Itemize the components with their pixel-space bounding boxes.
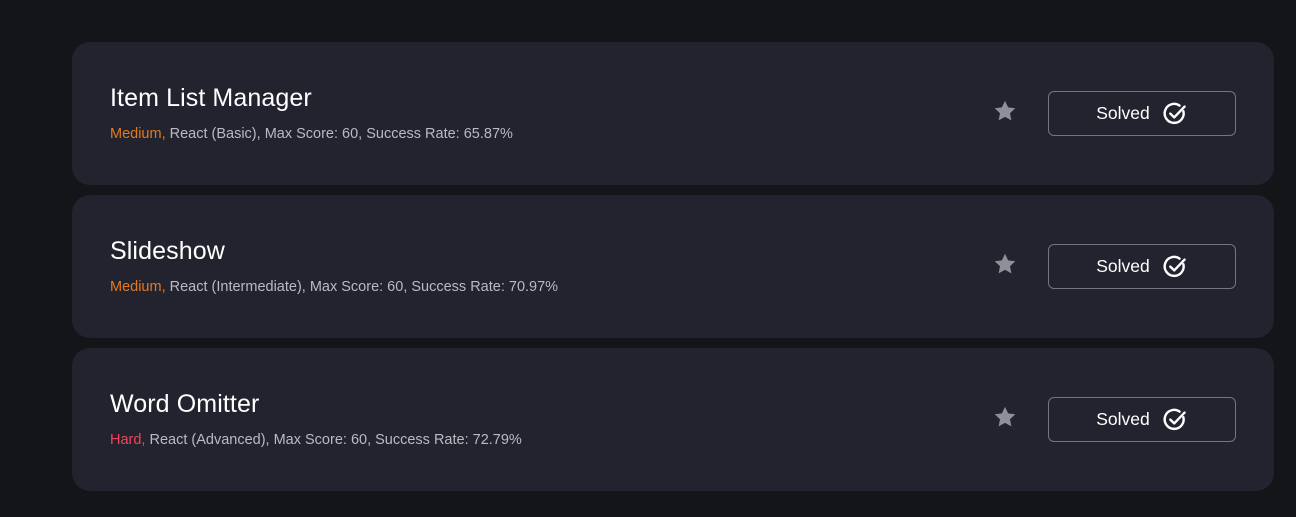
page-left-strip <box>0 0 72 517</box>
challenge-details: React (Basic), Max Score: 60, Success Ra… <box>169 126 513 142</box>
difficulty-label: Medium, <box>110 279 166 295</box>
check-circle-icon <box>1163 255 1186 277</box>
solved-button[interactable]: Solved <box>1048 397 1236 442</box>
solved-button[interactable]: Solved <box>1048 244 1236 289</box>
star-icon[interactable] <box>992 98 1018 124</box>
check-circle-icon <box>1163 102 1186 124</box>
difficulty-label: Hard, <box>110 432 146 448</box>
challenge-meta: Medium, React (Basic), Max Score: 60, Suc… <box>110 126 513 142</box>
solved-button[interactable]: Solved <box>1048 91 1236 136</box>
challenge-details: React (Intermediate), Max Score: 60, Suc… <box>169 279 559 295</box>
challenge-meta: Medium, React (Intermediate), Max Score: … <box>110 279 558 295</box>
challenge-card[interactable]: Word Omitter Hard, React (Advanced), Max … <box>72 348 1274 491</box>
solved-label: Solved <box>1096 409 1150 429</box>
challenge-details: React (Advanced), Max Score: 60, Success… <box>149 432 522 448</box>
challenge-title[interactable]: Slideshow <box>110 237 225 266</box>
challenge-title[interactable]: Item List Manager <box>110 84 312 113</box>
check-circle-icon <box>1163 408 1186 430</box>
star-icon[interactable] <box>992 404 1018 430</box>
challenge-card[interactable]: Item List Manager Medium, React (Basic), … <box>72 42 1274 185</box>
challenge-title[interactable]: Word Omitter <box>110 390 259 419</box>
star-icon[interactable] <box>992 251 1018 277</box>
solved-label: Solved <box>1096 103 1150 123</box>
challenge-list: Item List Manager Medium, React (Basic), … <box>72 42 1274 501</box>
challenge-meta: Hard, React (Advanced), Max Score: 60, Su… <box>110 432 522 448</box>
solved-label: Solved <box>1096 256 1150 276</box>
difficulty-label: Medium, <box>110 126 166 142</box>
challenge-card[interactable]: Slideshow Medium, React (Intermediate), M… <box>72 195 1274 338</box>
